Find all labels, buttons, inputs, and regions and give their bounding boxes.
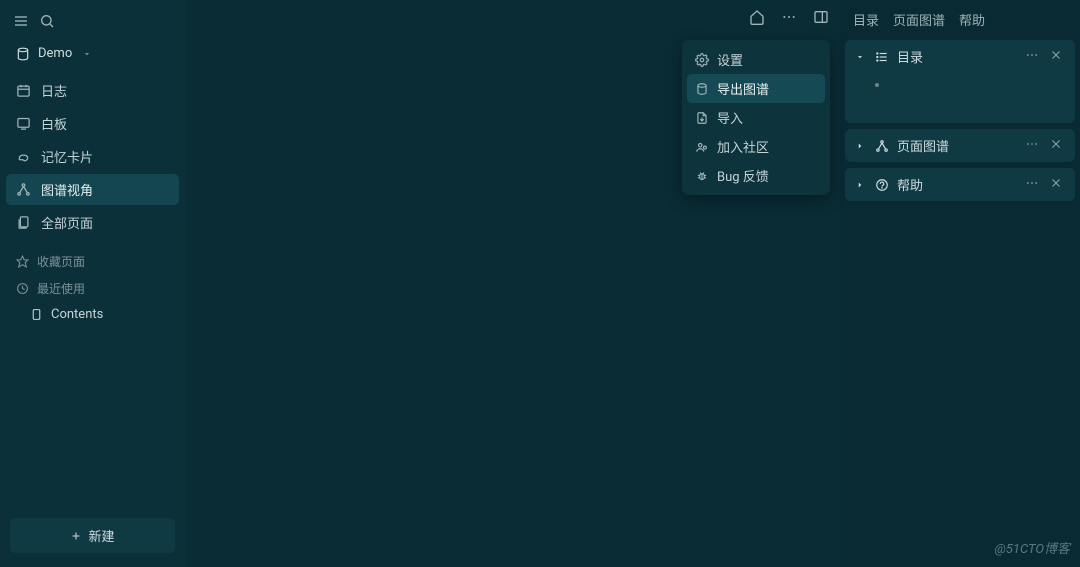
chevron-right-icon <box>855 180 867 190</box>
database-icon <box>16 47 30 61</box>
menu-community[interactable]: 加入社区 <box>687 132 825 161</box>
import-icon <box>695 111 709 125</box>
new-label: 新建 <box>88 526 114 545</box>
calendar-icon <box>16 83 31 98</box>
help-icon <box>875 178 889 192</box>
list-icon <box>875 50 889 64</box>
nav-label: 记忆卡片 <box>41 147 93 166</box>
nav-label: 全部页面 <box>41 213 93 232</box>
nav-label: 图谱视角 <box>41 180 93 199</box>
sidebar-toggle-icon[interactable] <box>812 8 830 26</box>
tab-help[interactable]: 帮助 <box>959 10 985 29</box>
star-icon <box>16 255 29 268</box>
pages-icon <box>16 215 31 230</box>
nav-label: 白板 <box>41 114 67 133</box>
project-name: Demo <box>38 46 72 61</box>
menu-label: Bug 反馈 <box>717 166 769 185</box>
nav-graph[interactable]: 图谱视角 <box>6 174 179 205</box>
card-more-icon[interactable] <box>1025 176 1041 194</box>
card-toc: 目录 <box>845 40 1075 123</box>
menu-settings[interactable]: 设置 <box>687 45 825 74</box>
card-title: 页面图谱 <box>897 136 1017 155</box>
page-icon <box>30 308 43 321</box>
main-toolbar <box>185 0 840 34</box>
cards-icon <box>16 149 31 164</box>
nav-whiteboard[interactable]: 白板 <box>6 108 179 139</box>
gear-icon <box>695 53 709 67</box>
menu-label: 设置 <box>717 50 743 69</box>
card-header[interactable]: 页面图谱 <box>845 129 1075 162</box>
favorites[interactable]: 收藏页面 <box>6 248 179 275</box>
card-close-icon[interactable] <box>1049 176 1065 194</box>
nav-label: 日志 <box>41 81 67 100</box>
card-title: 帮助 <box>897 175 1017 194</box>
main-area: 设置 导出图谱 导入 加入社区 Bug 反馈 <box>185 0 840 567</box>
small-label: 最近使用 <box>37 280 85 297</box>
contents-item[interactable]: Contents <box>6 302 179 327</box>
search-icon[interactable] <box>38 12 56 30</box>
card-pagegraph: 页面图谱 <box>845 129 1075 162</box>
small-label: 收藏页面 <box>37 253 85 270</box>
bug-icon <box>695 169 709 183</box>
bullet-icon <box>875 83 879 87</box>
tab-toc[interactable]: 目录 <box>853 10 879 29</box>
nav-cards[interactable]: 记忆卡片 <box>6 141 179 172</box>
contents-label: Contents <box>51 307 103 322</box>
nav-journal[interactable]: 日志 <box>6 75 179 106</box>
plus-icon <box>70 530 82 542</box>
tab-pagegraph[interactable]: 页面图谱 <box>893 10 945 29</box>
chevron-down-icon <box>82 49 92 59</box>
more-menu: 设置 导出图谱 导入 加入社区 Bug 反馈 <box>682 40 830 195</box>
rp-tabs: 目录 页面图谱 帮助 <box>845 4 1075 34</box>
right-panel: 目录 页面图谱 帮助 目录 页面图谱 帮助 <box>840 0 1080 567</box>
graph-icon <box>875 139 889 153</box>
card-header[interactable]: 帮助 <box>845 168 1075 201</box>
card-help: 帮助 <box>845 168 1075 201</box>
watermark: @51CTO博客 <box>994 538 1070 557</box>
card-header[interactable]: 目录 <box>845 40 1075 73</box>
nav-allpages[interactable]: 全部页面 <box>6 207 179 238</box>
menu-label: 导入 <box>717 108 743 127</box>
sidebar-top <box>6 8 179 40</box>
small-list: 收藏页面 最近使用 Contents <box>6 248 179 327</box>
recent[interactable]: 最近使用 <box>6 275 179 302</box>
menu-label: 导出图谱 <box>717 79 769 98</box>
clock-icon <box>16 282 29 295</box>
menu-import[interactable]: 导入 <box>687 103 825 132</box>
card-close-icon[interactable] <box>1049 137 1065 155</box>
sidebar: Demo 日志 白板 记忆卡片 图谱视角 全部页面 收藏页面 <box>0 0 185 567</box>
card-more-icon[interactable] <box>1025 48 1041 66</box>
more-icon[interactable] <box>780 8 798 26</box>
chevron-down-icon <box>855 52 867 62</box>
nav-list: 日志 白板 记忆卡片 图谱视角 全部页面 <box>6 75 179 238</box>
card-body <box>845 73 1075 123</box>
whiteboard-icon <box>16 116 31 131</box>
project-selector[interactable]: Demo <box>6 40 179 67</box>
menu-bug[interactable]: Bug 反馈 <box>687 161 825 190</box>
menu-label: 加入社区 <box>717 137 769 156</box>
menu-export-graph[interactable]: 导出图谱 <box>687 74 825 103</box>
home-icon[interactable] <box>748 8 766 26</box>
card-more-icon[interactable] <box>1025 137 1041 155</box>
chevron-right-icon <box>855 141 867 151</box>
export-icon <box>695 82 709 96</box>
graph-icon <box>16 182 31 197</box>
new-button[interactable]: 新建 <box>10 518 175 553</box>
card-close-icon[interactable] <box>1049 48 1065 66</box>
menu-icon[interactable] <box>12 12 30 30</box>
card-title: 目录 <box>897 47 1017 66</box>
community-icon <box>695 140 709 154</box>
